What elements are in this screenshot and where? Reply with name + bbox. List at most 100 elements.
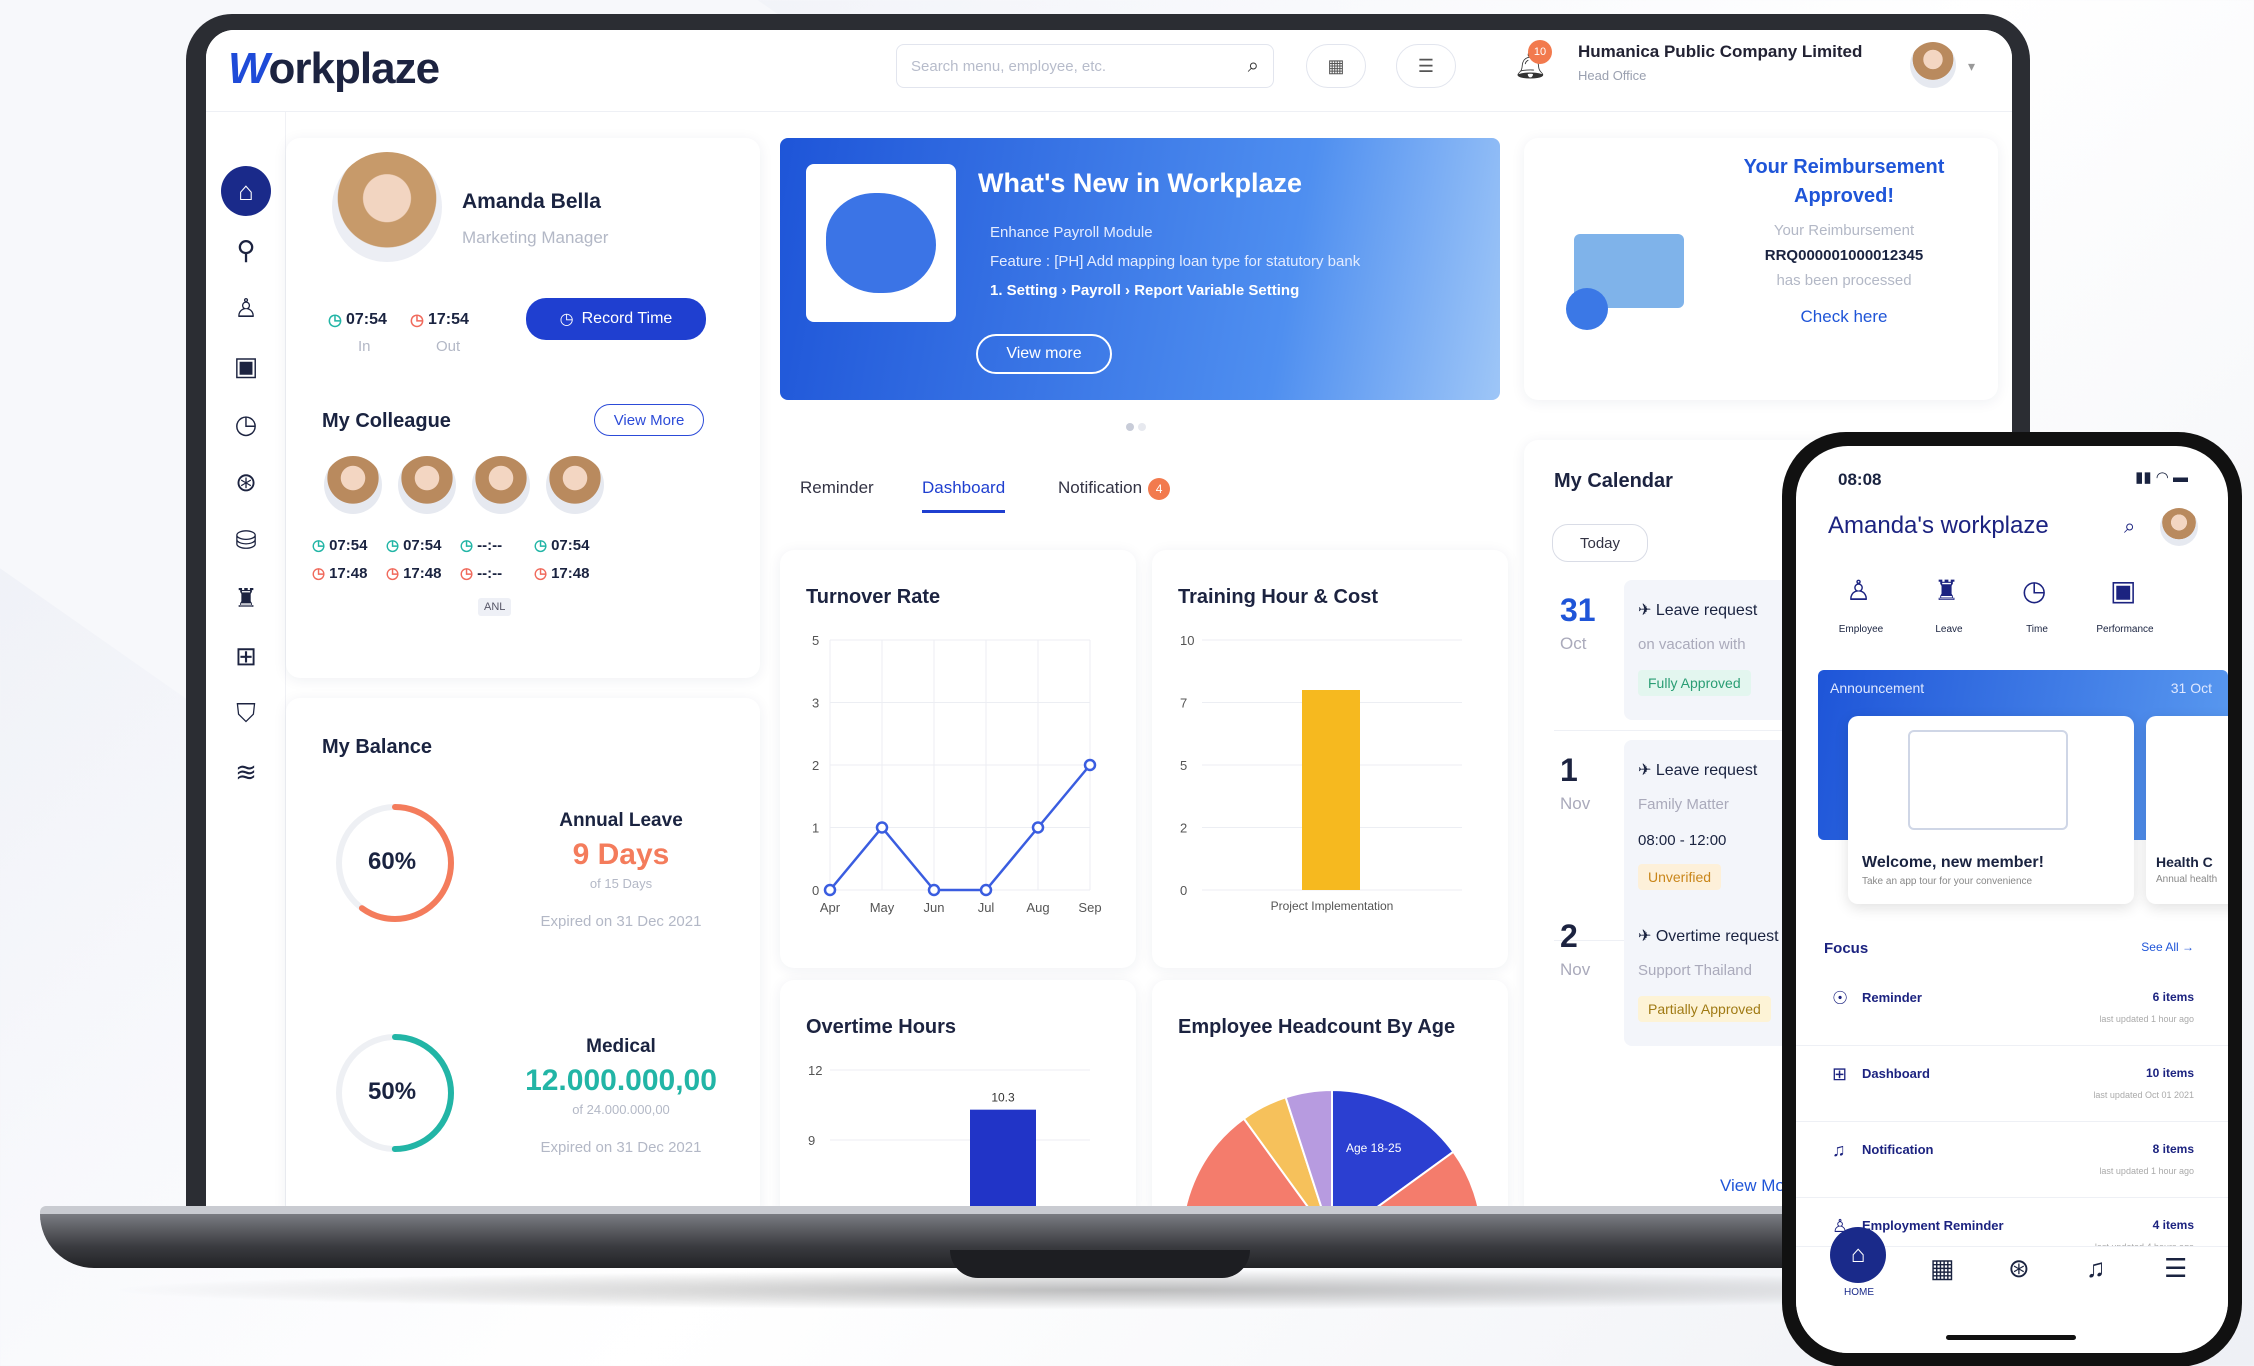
focus-item-count: 4 items bbox=[2152, 1218, 2194, 1232]
focus-item[interactable]: ☉ Reminder 6 items last updated 1 hour ago bbox=[1796, 970, 2228, 1046]
y-tick-label: 2 bbox=[812, 758, 819, 773]
medical-info: Medical 12.000.000,00 of 24.000.000,00 E… bbox=[525, 1036, 717, 1156]
carousel-dots[interactable] bbox=[1126, 418, 1154, 431]
event-status-badge: Fully Approved bbox=[1638, 670, 1751, 696]
phone-employee-icon[interactable]: ♙ bbox=[1846, 574, 1871, 607]
settings-sliders-icon[interactable]: ≋ bbox=[224, 750, 268, 794]
announcement-card-2[interactable]: Health C Annual health bbox=[2146, 716, 2228, 904]
money-icon[interactable]: ⊛ bbox=[224, 460, 268, 504]
event-day: 31 bbox=[1560, 592, 1596, 628]
turnover-point[interactable] bbox=[979, 883, 993, 897]
notification-badge: 10 bbox=[1528, 40, 1552, 64]
laptop-screen: Workplaze Search menu, employee, etc. ⌕ ▦… bbox=[206, 30, 2012, 1210]
app-logo[interactable]: Workplaze bbox=[228, 44, 440, 94]
colleague-view-more-button[interactable]: View More bbox=[594, 404, 704, 436]
menu-icon[interactable]: ☰ bbox=[2164, 1253, 2187, 1284]
apps-grid-button[interactable]: ▦ bbox=[1306, 44, 1366, 88]
chevron-down-icon[interactable]: ▾ bbox=[1968, 58, 1975, 75]
search-icon[interactable]: ⌕ bbox=[1248, 55, 1259, 78]
company-name[interactable]: Humanica Public Company Limited Head Offi… bbox=[1578, 42, 1862, 83]
in-label: In bbox=[358, 338, 371, 355]
user-avatar[interactable] bbox=[1910, 42, 1956, 88]
clock-icon: ◷ bbox=[410, 312, 424, 329]
turnover-point[interactable] bbox=[875, 821, 889, 834]
calendar-icon[interactable]: ▦ bbox=[1930, 1253, 1955, 1284]
clock-icon: ◷ bbox=[386, 565, 400, 582]
shield-icon[interactable]: ⛉ bbox=[224, 692, 268, 736]
search-input[interactable]: Search menu, employee, etc. ⌕ bbox=[896, 44, 1274, 88]
colleague-avatar[interactable] bbox=[398, 456, 456, 514]
profile-card: Amanda Bella Marketing Manager ◷ 07:54 In… bbox=[286, 138, 760, 678]
colleague-avatar[interactable] bbox=[324, 456, 382, 514]
banner-illustration bbox=[806, 164, 956, 322]
money-icon[interactable]: ⊛ bbox=[2008, 1253, 2030, 1284]
clock-icon: ◷ bbox=[460, 537, 474, 554]
pie-label: Age 18-25 bbox=[1346, 1141, 1402, 1155]
turnover-point[interactable] bbox=[927, 883, 941, 897]
focus-item-sub: last updated 1 hour ago bbox=[2099, 1014, 2194, 1024]
turnover-point[interactable] bbox=[1031, 821, 1045, 834]
tab-reminder[interactable]: Reminder bbox=[800, 478, 874, 498]
headcount-pie-chart: Age 18-25 bbox=[1184, 1088, 1480, 1210]
see-all-link[interactable]: See All → bbox=[2141, 940, 2194, 954]
view-more-button[interactable]: View more bbox=[976, 334, 1112, 374]
phone-search-icon[interactable]: ⌕ bbox=[2124, 516, 2135, 539]
home-icon[interactable]: ⌂ bbox=[1830, 1227, 1886, 1283]
org-chart-icon[interactable]: ⚲ bbox=[224, 228, 268, 272]
phone-shortcut-label: Employee bbox=[1838, 624, 1884, 635]
profile-role: Marketing Manager bbox=[462, 228, 609, 247]
record-time-button[interactable]: ◷ Record Time bbox=[526, 298, 706, 340]
bar-value-label: 10.3 bbox=[991, 1091, 1015, 1105]
calendar-event[interactable]: ✈ Leave request Family Matter 08:00 - 12:0… bbox=[1624, 740, 1804, 920]
clock-icon[interactable]: ◷ bbox=[224, 402, 268, 446]
nav-home-label: HOME bbox=[1844, 1287, 1874, 1298]
phone-status-time: 08:08 bbox=[1838, 470, 1882, 489]
list-button[interactable]: ☰ bbox=[1396, 44, 1456, 88]
y-tick-label: 9 bbox=[808, 1133, 815, 1148]
notification-bell-icon[interactable]: 🔔︎ 10 bbox=[1514, 40, 1552, 81]
trophy-icon[interactable]: ♜ bbox=[224, 576, 268, 620]
focus-item[interactable]: ♫ Notification 8 items last updated 1 hour … bbox=[1796, 1122, 2228, 1198]
event-status-badge: Partially Approved bbox=[1638, 996, 1771, 1022]
report-icon[interactable]: ⊞ bbox=[224, 634, 268, 678]
person-icon[interactable]: ♙ bbox=[224, 286, 268, 330]
grid-icon: ▦ bbox=[1327, 55, 1345, 76]
y-tick-label: 0 bbox=[1180, 883, 1187, 898]
announcement-illustration bbox=[1908, 730, 2068, 830]
event-status-badge: Unverified bbox=[1638, 864, 1722, 890]
check-here-link[interactable]: Check here bbox=[1714, 307, 1974, 327]
phone-leave-icon[interactable]: ♜ bbox=[1934, 574, 1959, 607]
colleague-avatar[interactable] bbox=[546, 456, 604, 514]
announcement-card[interactable]: Welcome, new member! Take an app tour fo… bbox=[1848, 716, 2134, 904]
tab-notification[interactable]: Notification 4 bbox=[1058, 478, 1171, 500]
calendar-event[interactable]: ✈ Leave request on vacation with Fully App… bbox=[1624, 580, 1804, 720]
colleague-out-time: ◷ 17:48 bbox=[386, 564, 442, 583]
announcement-label: Announcement bbox=[1830, 680, 1925, 696]
briefcase-icon[interactable]: ▣ bbox=[224, 344, 268, 388]
phone-time-icon[interactable]: ◷ bbox=[2022, 574, 2046, 607]
bell-icon[interactable]: ♫ bbox=[2086, 1253, 2106, 1284]
y-tick-label: 12 bbox=[808, 1063, 822, 1078]
colleague-avatar[interactable] bbox=[472, 456, 530, 514]
event-month: Nov bbox=[1560, 960, 1591, 979]
focus-item-count: 8 items bbox=[2152, 1142, 2194, 1156]
home-icon[interactable]: ⌂ bbox=[221, 166, 271, 216]
today-button[interactable]: Today bbox=[1552, 524, 1648, 562]
phone-avatar[interactable] bbox=[2160, 508, 2198, 546]
profile-name: Amanda Bella bbox=[462, 190, 601, 213]
banner-bullet: 1. Setting › Payroll › Report Variable S… bbox=[990, 282, 1300, 299]
training-bar[interactable] bbox=[1302, 690, 1360, 890]
tab-dashboard[interactable]: Dashboard bbox=[922, 478, 1006, 513]
event-month: Oct bbox=[1560, 634, 1587, 653]
overtime-bar[interactable] bbox=[970, 1109, 1036, 1210]
turnover-point[interactable] bbox=[823, 883, 837, 897]
y-tick-label: 2 bbox=[1180, 821, 1187, 836]
coins-icon[interactable]: ⛁ bbox=[224, 518, 268, 562]
focus-item-name: Notification bbox=[1862, 1142, 1934, 1157]
phone-performance-icon[interactable]: ▣ bbox=[2110, 574, 2136, 607]
focus-item[interactable]: ⊞ Dashboard 10 items last updated Oct 01 20… bbox=[1796, 1046, 2228, 1122]
focus-item-count: 6 items bbox=[2152, 990, 2194, 1004]
turnover-point[interactable] bbox=[1083, 758, 1097, 772]
calendar-event[interactable]: ✈ Overtime request Support Thailand Partia… bbox=[1624, 906, 1804, 1046]
phone-shortcut-label: Leave bbox=[1935, 624, 1963, 635]
